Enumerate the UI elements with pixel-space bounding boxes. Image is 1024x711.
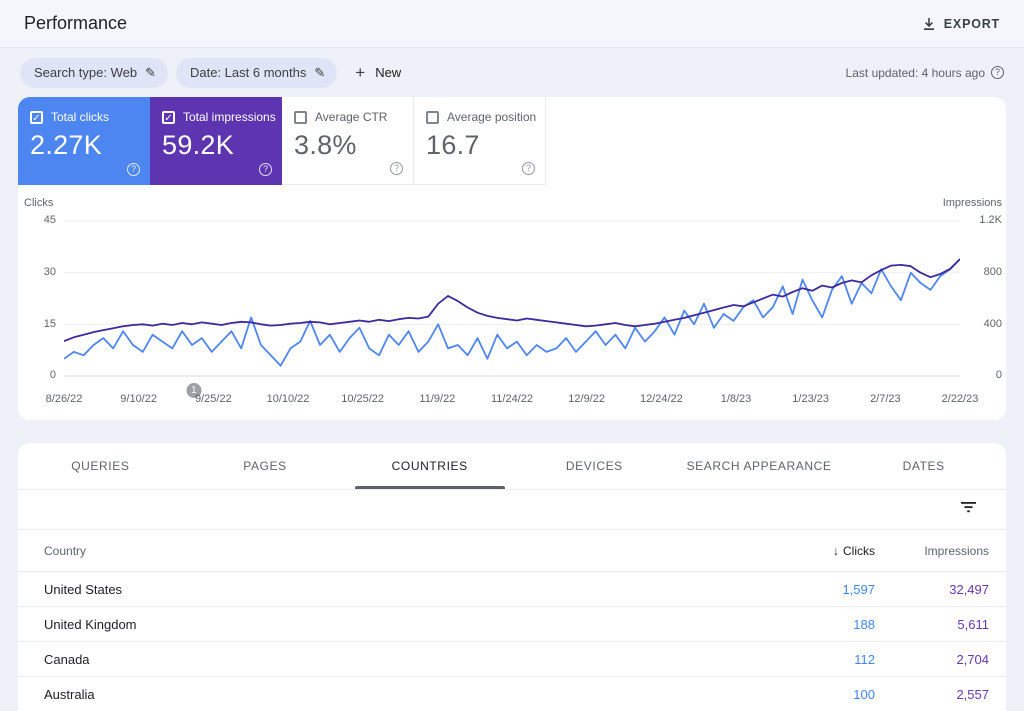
search-type-chip[interactable]: Search type: Web ✎ xyxy=(20,57,168,88)
table-header-row: Country ↓ Clicks Impressions xyxy=(18,530,1006,572)
question-circle-icon[interactable]: ? xyxy=(259,163,272,176)
export-label: EXPORT xyxy=(943,16,1000,31)
tab-countries[interactable]: COUNTRIES xyxy=(347,443,512,489)
x-label: 2/22/23 xyxy=(941,393,979,405)
clicks-cell: 1,597 xyxy=(842,581,875,597)
clicks-cell: 112 xyxy=(854,651,875,667)
x-label: 9/25/22 xyxy=(195,393,232,405)
question-circle-icon[interactable]: ? xyxy=(390,162,403,175)
metric-label: Total impressions xyxy=(183,110,276,124)
plot-area: Clicks Impressions 45 30 15 0 1.2K 800 4… xyxy=(24,197,1002,398)
impressions-cell: 32,497 xyxy=(949,581,989,597)
pencil-icon: ✎ xyxy=(145,64,156,80)
x-label: 11/24/22 xyxy=(490,393,534,405)
question-circle-icon[interactable]: ? xyxy=(991,66,1004,79)
x-label: 10/25/22 xyxy=(341,393,385,405)
pencil-icon: ✎ xyxy=(314,64,326,80)
metric-cards: ✓ Total clicks 2.27K ? ✓ Total impressio… xyxy=(18,97,1006,185)
tab-search-appearance[interactable]: SEARCH APPEARANCE xyxy=(677,443,842,489)
country-cell: United States xyxy=(44,581,123,597)
new-label: New xyxy=(375,65,402,80)
impressions-cell: 2,704 xyxy=(956,651,989,667)
clicks-cell: 100 xyxy=(853,686,875,702)
x-axis-labels: 8/26/22 9/10/22 9/25/22 10/10/22 10/25/2… xyxy=(46,393,979,408)
clicks-column-header[interactable]: ↓ Clicks xyxy=(755,544,875,558)
country-cell: United Kingdom xyxy=(44,616,137,632)
table-row[interactable]: Canada 112 2,704 xyxy=(18,642,1006,677)
table-row[interactable]: United States 1,597 32,497 xyxy=(18,572,1006,607)
plus-icon: + xyxy=(355,62,366,82)
x-label: 1/8/23 xyxy=(720,393,752,405)
impressions-cell: 5,611 xyxy=(957,616,989,632)
download-icon xyxy=(922,17,936,31)
performance-chart: Clicks Impressions 45 30 15 0 1.2K 800 4… xyxy=(18,185,1006,420)
metric-label: Total clicks xyxy=(51,110,110,124)
arrow-down-icon: ↓ xyxy=(833,543,839,558)
dimensions-table-panel: QUERIES PAGES COUNTRIES DEVICES SEARCH A… xyxy=(18,443,1006,711)
right-tick: 1.2K xyxy=(979,214,1002,226)
table-row[interactable]: United Kingdom 188 5,611 xyxy=(18,607,1006,642)
x-label: 11/9/22 xyxy=(419,393,456,405)
top-bar: Performance EXPORT xyxy=(0,0,1024,48)
left-axis-title: Clicks xyxy=(24,197,54,209)
impressions-cell: 2,557 xyxy=(956,686,989,702)
left-tick: 0 xyxy=(49,369,56,381)
x-label: 9/10/22 xyxy=(120,393,157,405)
right-tick: 0 xyxy=(995,369,1002,381)
left-tick: 30 xyxy=(43,266,56,278)
filter-row: Search type: Web ✎ Date: Last 6 months ✎… xyxy=(0,48,1024,97)
average-ctr-card[interactable]: ✓ Average CTR 3.8% ? xyxy=(282,97,414,185)
total-impressions-card[interactable]: ✓ Total impressions 59.2K ? xyxy=(150,97,282,185)
checkbox-checked-icon[interactable]: ✓ xyxy=(162,110,175,124)
x-label: 12/24/22 xyxy=(639,393,683,405)
x-label: 12/9/22 xyxy=(568,393,605,405)
question-circle-icon[interactable]: ? xyxy=(127,163,140,176)
clicks-header-label: Clicks xyxy=(843,543,875,558)
checkbox-checked-icon[interactable]: ✓ xyxy=(30,110,43,124)
tab-devices[interactable]: DEVICES xyxy=(512,443,677,489)
metric-value: 3.8% xyxy=(294,130,357,160)
x-label: 8/26/22 xyxy=(45,393,83,405)
country-column-header[interactable]: Country xyxy=(44,544,755,558)
table-filter-bar xyxy=(18,490,1006,530)
new-filter-button[interactable]: + New xyxy=(345,63,411,83)
right-axis-title: Impressions xyxy=(942,197,1002,209)
last-updated-text: Last updated: 4 hours ago xyxy=(845,65,985,80)
metric-value: 16.7 xyxy=(426,130,480,160)
dimension-tabs: QUERIES PAGES COUNTRIES DEVICES SEARCH A… xyxy=(18,443,1006,490)
tab-dates[interactable]: DATES xyxy=(841,443,1006,489)
metric-value: 2.27K xyxy=(30,130,103,160)
last-updated: Last updated: 4 hours ago ? xyxy=(846,66,1004,80)
metric-label: Average position xyxy=(447,110,537,124)
export-button[interactable]: EXPORT xyxy=(922,17,1000,31)
question-circle-icon[interactable]: ? xyxy=(522,162,535,175)
metric-value: 59.2K xyxy=(162,130,235,160)
table-row[interactable]: Australia 100 2,557 xyxy=(18,677,1006,711)
clicks-cell: 188 xyxy=(853,616,875,632)
country-cell: Australia xyxy=(44,686,95,702)
x-label: 10/10/22 xyxy=(266,393,310,405)
impressions-column-header[interactable]: Impressions xyxy=(875,544,989,558)
checkbox-unchecked-icon[interactable]: ✓ xyxy=(426,110,439,124)
average-position-card[interactable]: ✓ Average position 16.7 ? xyxy=(414,97,546,185)
country-cell: Canada xyxy=(44,651,90,667)
total-clicks-card[interactable]: ✓ Total clicks 2.27K ? xyxy=(18,97,150,185)
chip-label: Date: Last 6 months xyxy=(190,65,307,80)
chart-panel: ✓ Total clicks 2.27K ? ✓ Total impressio… xyxy=(18,97,1006,420)
filter-list-icon[interactable] xyxy=(961,500,976,519)
x-label: 1/23/23 xyxy=(792,393,829,405)
performance-chart-svg[interactable] xyxy=(64,211,960,379)
checkbox-unchecked-icon[interactable]: ✓ xyxy=(294,110,307,124)
left-tick: 45 xyxy=(43,214,56,226)
right-tick: 800 xyxy=(983,266,1002,278)
tab-queries[interactable]: QUERIES xyxy=(18,443,183,489)
chip-label: Search type: Web xyxy=(34,65,138,80)
date-range-chip[interactable]: Date: Last 6 months ✎ xyxy=(176,57,338,88)
left-tick: 15 xyxy=(43,318,56,330)
x-label: 2/7/23 xyxy=(870,393,901,405)
tab-pages[interactable]: PAGES xyxy=(183,443,348,489)
page-title: Performance xyxy=(24,13,128,33)
metric-label: Average CTR xyxy=(315,110,388,124)
right-tick: 400 xyxy=(983,318,1002,330)
